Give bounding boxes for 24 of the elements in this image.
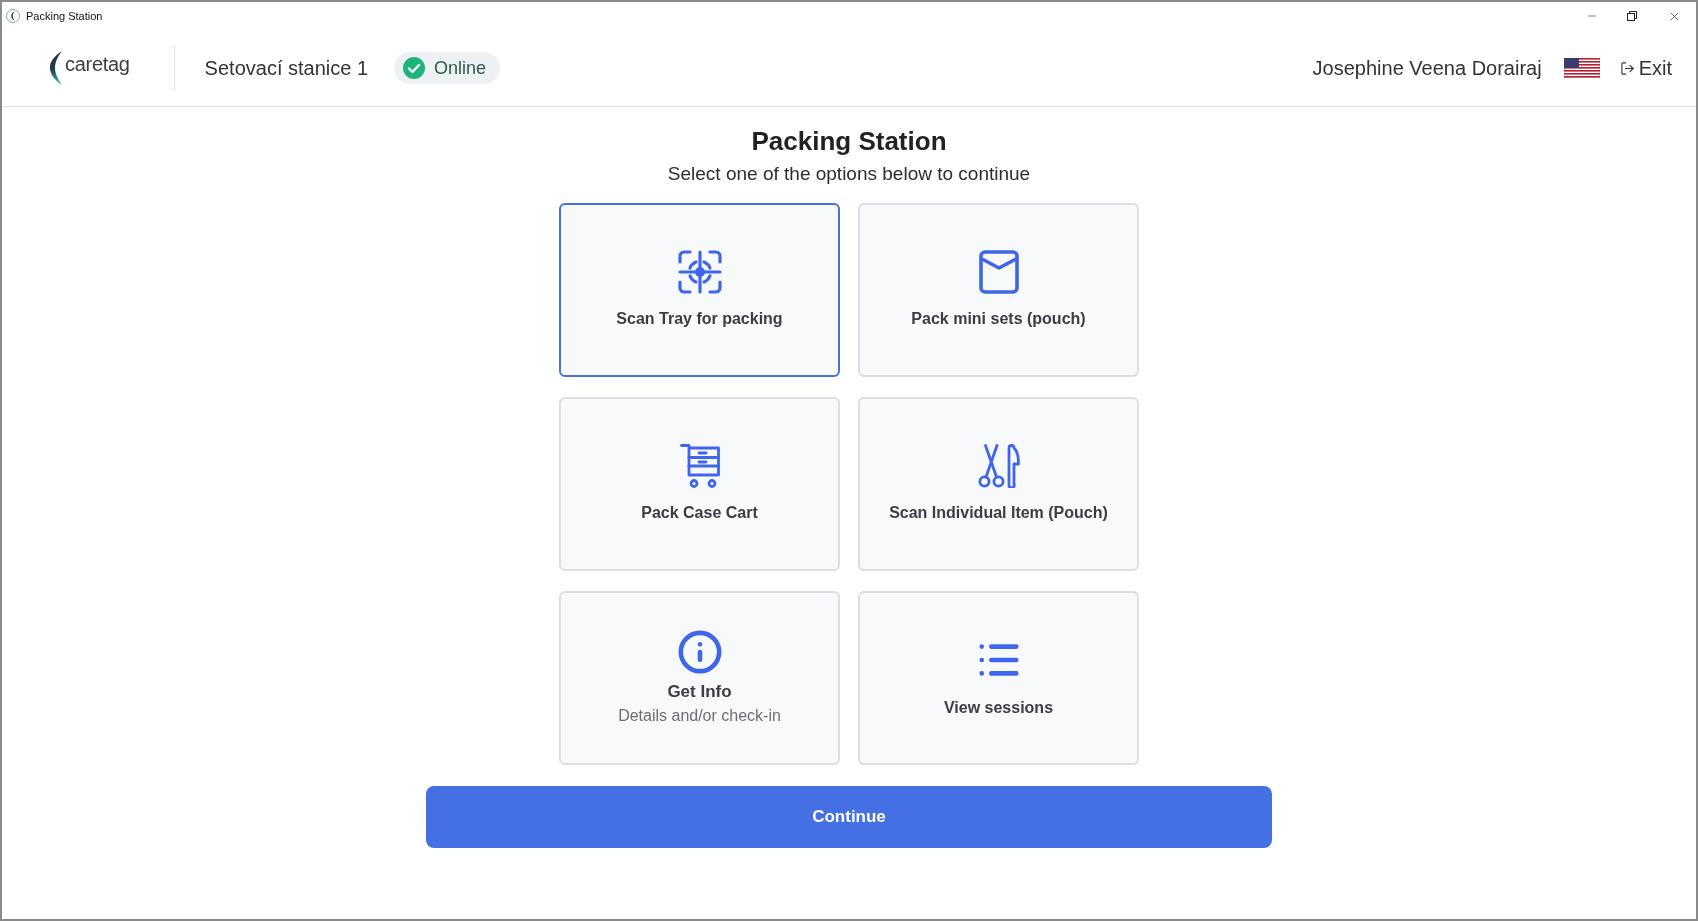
page-subtitle: Select one of the options below to continue [667, 162, 1031, 186]
us-flag-icon[interactable] [1563, 58, 1600, 78]
logo-icon [49, 51, 63, 85]
option-card[interactable]: Pack mini sets (pouch) [858, 203, 1139, 377]
exit-button[interactable]: Exit [1619, 53, 1672, 83]
scan-target-icon [677, 250, 722, 294]
station-name: Setovací stanice 1 [204, 56, 369, 81]
option-card[interactable]: Pack Case Cart [559, 397, 840, 571]
option-card[interactable]: Get Info Details and/or check-in [559, 591, 840, 765]
scissors-scalpel-icon [977, 444, 1020, 488]
continue-button[interactable]: Continue [426, 786, 1272, 848]
envelope-icon [978, 250, 1019, 294]
restore-icon[interactable] [1627, 11, 1637, 21]
page-title: Packing Station [751, 125, 947, 158]
exit-icon [1619, 60, 1635, 76]
option-card[interactable]: Scan Tray for packing [559, 203, 840, 377]
user-name: Josephine Veena Dorairaj [1312, 56, 1542, 81]
logo-text: caretag [65, 52, 130, 77]
window-title: Packing Station [26, 8, 103, 24]
option-card[interactable]: View sessions [858, 591, 1139, 765]
status-text: Online [434, 56, 488, 80]
info-icon [676, 629, 723, 675]
drawer-cart-icon [679, 444, 720, 488]
option-card[interactable]: Scan Individual Item (Pouch) [858, 397, 1139, 571]
